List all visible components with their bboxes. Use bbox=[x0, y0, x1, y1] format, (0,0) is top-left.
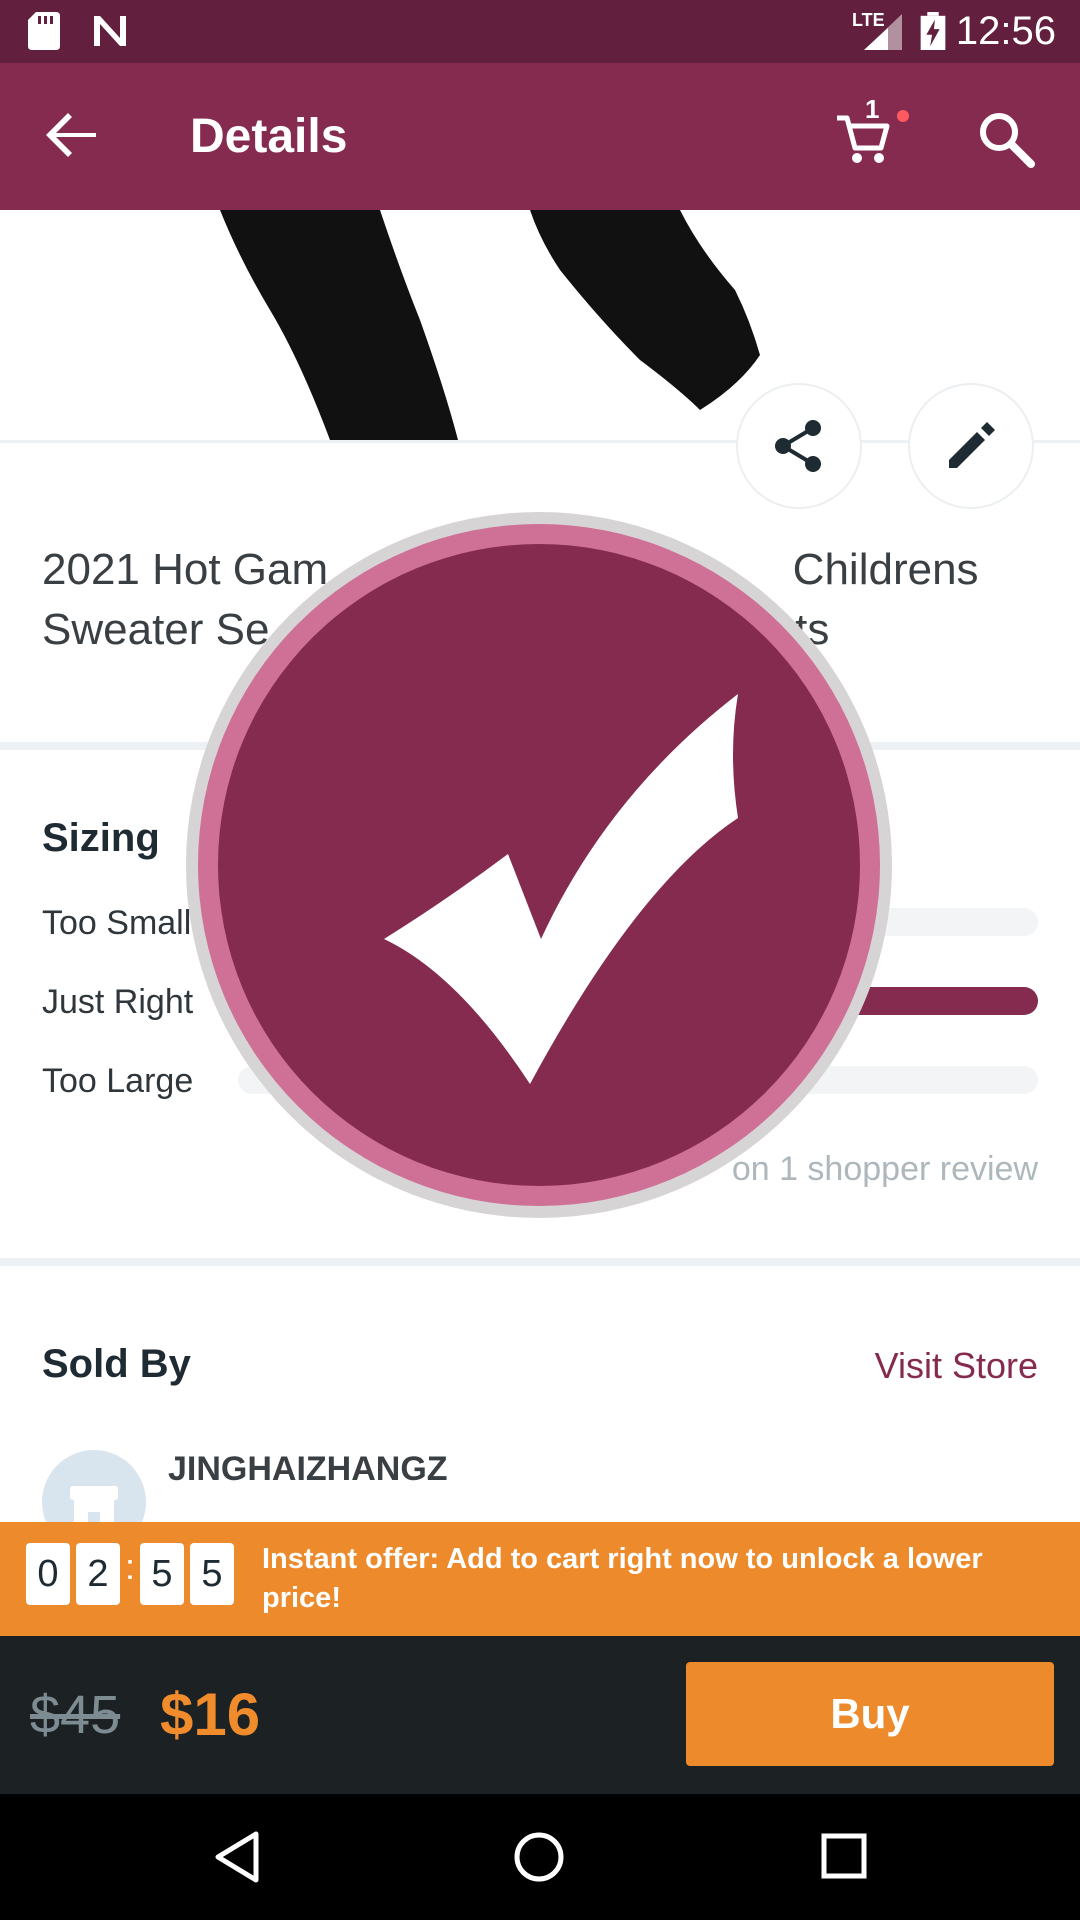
success-overlay bbox=[186, 512, 892, 1218]
sale-price: $16 bbox=[160, 1681, 261, 1748]
share-icon bbox=[775, 420, 821, 472]
section-divider bbox=[0, 1258, 1080, 1266]
timer-digit: 0 bbox=[26, 1543, 70, 1605]
timer-digit: 5 bbox=[140, 1543, 184, 1605]
product-image[interactable] bbox=[0, 210, 1080, 440]
nav-recents-icon[interactable] bbox=[820, 1832, 868, 1880]
n-notification-icon bbox=[94, 16, 126, 46]
status-time: 12:56 bbox=[955, 9, 1056, 53]
success-circle bbox=[218, 544, 860, 1186]
original-price: $45 bbox=[30, 1685, 121, 1745]
instant-offer-banner[interactable]: 0 2 : 5 5 Instant offer: Add to cart rig… bbox=[0, 1522, 1080, 1636]
back-arrow-icon[interactable] bbox=[40, 103, 104, 167]
cart-icon bbox=[837, 115, 890, 163]
timer-separator: : bbox=[125, 1546, 136, 1587]
status-bar: LTE 12:56 bbox=[0, 0, 1080, 63]
store-name[interactable]: JINGHAIZHANGZ bbox=[168, 1450, 448, 1489]
sizing-label-too-large: Too Large bbox=[42, 1062, 194, 1100]
buy-button[interactable]: Buy bbox=[686, 1662, 1054, 1766]
buy-bar: $45 $16 Buy bbox=[0, 1636, 1080, 1794]
success-ring bbox=[198, 524, 880, 1206]
offer-text: Instant offer: Add to cart right now to … bbox=[262, 1543, 983, 1614]
signal-icon bbox=[864, 14, 902, 50]
edit-icon bbox=[949, 422, 995, 468]
pants-illustration bbox=[220, 210, 760, 440]
cart-count: 1 bbox=[865, 94, 880, 124]
page-title: Details bbox=[190, 110, 348, 163]
app-bar: Details 1 bbox=[0, 63, 1080, 210]
sizing-heading: Sizing bbox=[42, 816, 160, 860]
navigation-bar bbox=[0, 1794, 1080, 1920]
battery-charging-icon bbox=[920, 12, 946, 50]
share-button[interactable] bbox=[736, 383, 862, 509]
search-icon[interactable] bbox=[975, 108, 1039, 172]
timer-digit: 2 bbox=[76, 1543, 120, 1605]
sold-by-heading: Sold By bbox=[42, 1342, 191, 1386]
visit-store-link[interactable]: Visit Store bbox=[875, 1345, 1038, 1387]
checkmark-icon bbox=[384, 694, 738, 1084]
nav-back-icon[interactable] bbox=[212, 1830, 262, 1884]
cart-notification-dot bbox=[897, 110, 909, 122]
nav-home-icon[interactable] bbox=[512, 1830, 566, 1884]
timer-digit: 5 bbox=[190, 1543, 234, 1605]
edit-button[interactable] bbox=[908, 383, 1034, 509]
cart-button[interactable]: 1 bbox=[835, 94, 915, 178]
sd-card-icon bbox=[28, 12, 60, 50]
sizing-label-just-right: Just Right bbox=[42, 983, 194, 1021]
sizing-label-too-small: Too Small bbox=[42, 904, 192, 942]
